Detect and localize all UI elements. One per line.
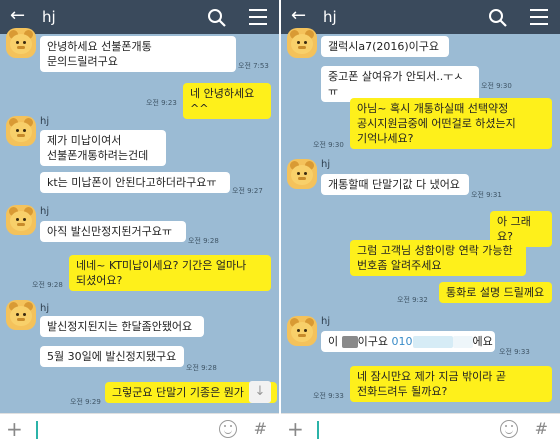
chat-header: ← hj (0, 0, 279, 34)
hashtag-button[interactable]: # (535, 419, 548, 439)
avatar[interactable] (6, 300, 36, 330)
sender-name: hj (321, 159, 331, 170)
message-input-bar: + # (0, 413, 279, 445)
message-time: 오전 9:29 (70, 398, 101, 406)
message-bubble-outgoing: 아님~ 혹시 개통하실때 선택약정 공시지원금중에 어떤걸로 하셨는지 기억나세… (350, 98, 552, 149)
sender-name: hj (40, 116, 50, 127)
sender-name: hj (321, 316, 331, 327)
avatar[interactable] (6, 116, 36, 146)
message-text: 이구요 (357, 335, 388, 348)
chat-title: hj (323, 8, 337, 26)
sender-name: hj (40, 206, 50, 217)
redacted-name (341, 336, 358, 348)
message-text: 이 (328, 335, 339, 348)
search-icon[interactable] (488, 8, 508, 28)
avatar[interactable] (287, 316, 317, 346)
message-text: 에요 (472, 335, 493, 348)
message-bubble-incoming: 5월 30일에 발신정지됐구요 (40, 346, 184, 367)
redacted-number (452, 336, 473, 348)
message-time: 오전 9:30 (313, 141, 344, 149)
message-bubble-outgoing: 그럼 고객님 성함이랑 연락 가능한 번호좀 알려주세요 (350, 240, 526, 276)
sender-name: hj (40, 303, 50, 314)
chat-pane-left: ← hj 안녕하세요 선불폰개통 문의드릴려구요 오전 7:53 오전 9:23… (0, 0, 279, 445)
message-bubble-incoming: 발신정지된지는 한달좀안됐어요 (40, 316, 204, 337)
search-icon[interactable] (207, 8, 227, 28)
message-input[interactable] (36, 421, 38, 439)
scroll-down-button[interactable]: ↓ (249, 381, 271, 403)
menu-icon[interactable] (530, 9, 548, 25)
redacted-number (412, 336, 453, 348)
message-time: 오전 9:27 (232, 187, 263, 195)
avatar[interactable] (287, 28, 317, 58)
message-time: 오전 9:23 (146, 99, 177, 107)
avatar[interactable] (6, 28, 36, 58)
back-button[interactable]: ← (10, 5, 25, 27)
message-time: 오전 9:33 (499, 348, 530, 356)
message-bubble-outgoing: 네 안녕하세요^^ (183, 83, 271, 119)
message-bubble-incoming: 안녕하세요 선불폰개통 문의드릴려구요 (40, 36, 236, 72)
message-bubble-incoming: 개통할때 단말기값 다 냈어요 (321, 174, 469, 195)
attach-button[interactable]: + (6, 417, 23, 441)
chat-pane-right: ← hj 갤럭시a7(2016)이구요 중고폰 살여유가 안되서..ㅜㅅㅠ 오전… (281, 0, 560, 445)
message-time: 오전 9:31 (471, 191, 502, 199)
message-time: 오전 9:32 (397, 296, 428, 304)
back-button[interactable]: ← (291, 5, 306, 27)
menu-icon[interactable] (249, 9, 267, 25)
message-bubble-outgoing: 통화로 설명 드릴께요 (439, 282, 552, 303)
emoji-icon[interactable] (500, 420, 518, 438)
avatar[interactable] (6, 205, 36, 235)
message-time: 오전 7:53 (238, 62, 269, 70)
phone-link[interactable]: 010 (392, 335, 413, 348)
avatar[interactable] (287, 159, 317, 189)
message-bubble-outgoing: 네네~ KT미납이세요? 기간은 얼마나 되셨어요? (69, 255, 271, 291)
message-time: 오전 9:28 (188, 237, 219, 245)
message-bubble-incoming: 중고폰 살여유가 안되서..ㅜㅅㅠ (321, 66, 479, 102)
chat-header: ← hj (281, 0, 560, 34)
message-bubble-incoming: kt는 미납폰이 안된다고하더라구요ㅠ (40, 172, 230, 193)
message-time: 오전 9:28 (32, 281, 63, 289)
message-input[interactable] (317, 421, 319, 439)
chat-title: hj (42, 8, 56, 26)
message-time: 오전 9:33 (313, 392, 344, 400)
message-time: 오전 9:30 (481, 82, 512, 90)
emoji-icon[interactable] (219, 420, 237, 438)
hashtag-button[interactable]: # (254, 419, 267, 439)
message-bubble-incoming: 제가 미납이여서 선불폰개통하려는건데 (40, 130, 166, 166)
message-input-bar: + # (281, 413, 560, 445)
attach-button[interactable]: + (287, 417, 304, 441)
message-bubble-outgoing: 네 잠시만요 제가 지금 밖이라 곧 전화드려두 될까요? (350, 366, 552, 402)
message-bubble-incoming: 이 이구요 010 에요 (321, 331, 495, 352)
message-time: 오전 9:28 (186, 364, 217, 372)
message-bubble-incoming: 아직 발신만정지된거구요ㅠ (40, 221, 186, 242)
message-bubble-incoming: 갤럭시a7(2016)이구요 (321, 36, 449, 57)
